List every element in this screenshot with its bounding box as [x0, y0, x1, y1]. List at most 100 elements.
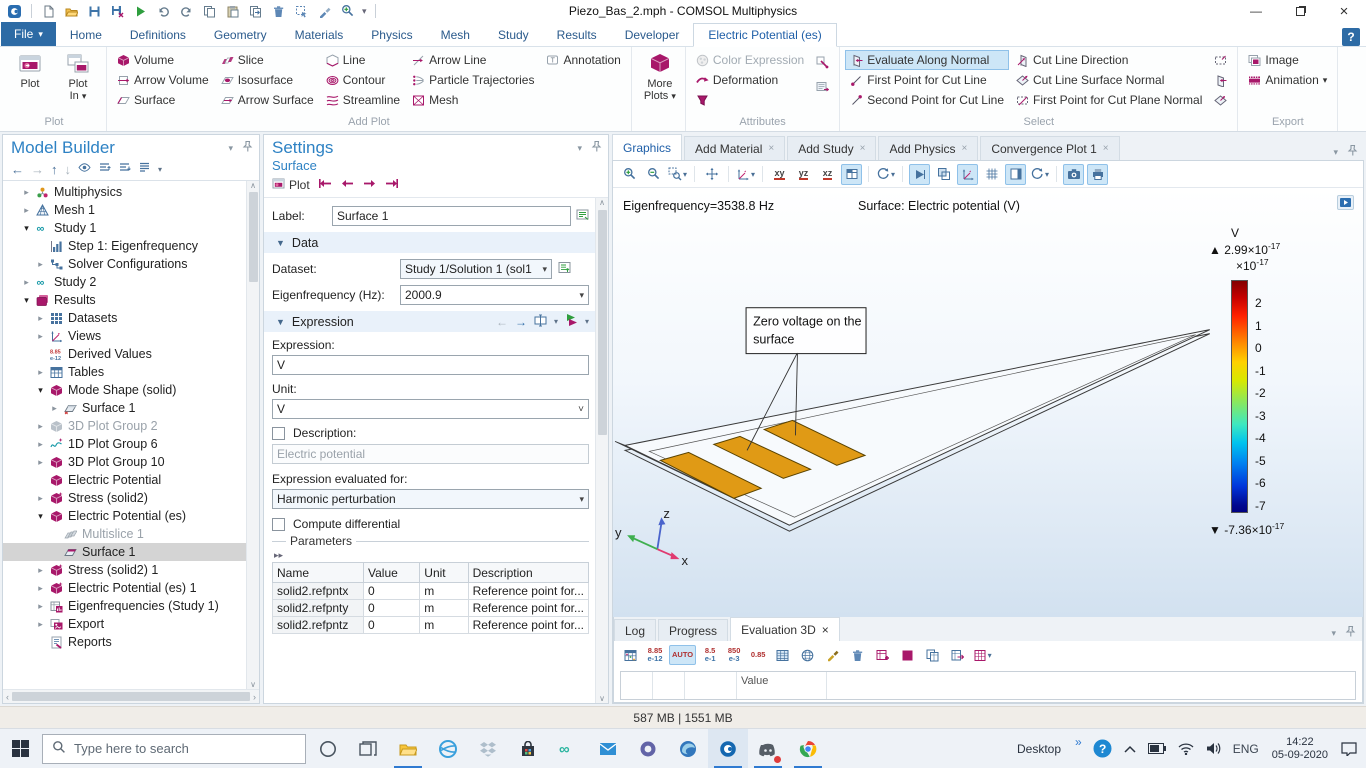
rename-icon[interactable]: [576, 208, 589, 224]
expr-forward-icon[interactable]: →: [515, 315, 527, 329]
plot-flag-icon[interactable]: [565, 313, 578, 330]
param-cell[interactable]: solid2.refpntx: [273, 583, 364, 600]
zoom-box-button[interactable]: ▾: [667, 164, 688, 185]
first-point-for-cut-line-button[interactable]: First Point for Cut Line: [845, 70, 1009, 90]
desktop-toolbar-label[interactable]: Desktop: [1009, 742, 1069, 756]
pin-icon[interactable]: [1344, 625, 1356, 641]
tree-item-surface-1[interactable]: ▸Surface 1: [3, 399, 246, 417]
taskbar-loop-app-button[interactable]: [628, 729, 668, 768]
pin-icon[interactable]: [590, 140, 602, 156]
view-settings-button[interactable]: [957, 164, 978, 185]
close-button[interactable]: ×: [1322, 0, 1366, 22]
filter-button[interactable]: [691, 90, 809, 110]
view-xy-button[interactable]: xy: [769, 164, 790, 185]
param-cell[interactable]: Reference point for...: [468, 617, 588, 634]
tree-item-stress-solid2-[interactable]: ▸Stress (solid2): [3, 489, 246, 507]
second-point-for-cut-line-button[interactable]: Second Point for Cut Line: [845, 90, 1009, 110]
scene-light-button[interactable]: [909, 164, 930, 185]
expander-icon[interactable]: ▸: [35, 367, 46, 378]
add-plot-streamline-button[interactable]: Streamline: [321, 90, 405, 110]
taskbar-file-explorer-button[interactable]: [388, 729, 428, 768]
ribbon-tab-home[interactable]: Home: [56, 24, 116, 46]
table-settings-button[interactable]: [620, 645, 641, 666]
expander-icon[interactable]: ▸: [35, 259, 46, 270]
tree-item-derived-values[interactable]: 8.85e-12Derived Values: [3, 345, 246, 363]
precision-850e3-button[interactable]: 850e-3: [724, 645, 744, 665]
previous-plot-icon[interactable]: [341, 177, 354, 193]
expander-icon[interactable]: ▸: [35, 565, 46, 576]
minimize-button[interactable]: —: [1234, 0, 1278, 22]
help-button[interactable]: ?: [1342, 28, 1360, 46]
description-input[interactable]: Electric potential: [272, 444, 589, 464]
select-box-button[interactable]: [293, 3, 310, 20]
move-down-icon[interactable]: ↓: [65, 162, 72, 177]
param-cell[interactable]: 0: [363, 617, 419, 634]
wifi-icon[interactable]: [1173, 729, 1199, 768]
save-model-button[interactable]: [109, 3, 126, 20]
view-xz-button[interactable]: xz: [817, 164, 838, 185]
expression-input[interactable]: V: [272, 355, 589, 375]
precision-auto-button[interactable]: AUTO: [669, 645, 696, 665]
surface-normal-select-button[interactable]: [1209, 70, 1232, 90]
chevron-down-icon[interactable]: ▾: [362, 6, 367, 17]
node-options-icon[interactable]: [138, 161, 151, 177]
plane-normal-select-button[interactable]: [1209, 90, 1232, 110]
close-icon[interactable]: ×: [822, 623, 829, 637]
tree-item-datasets[interactable]: ▸Datasets: [3, 309, 246, 327]
run-button[interactable]: [132, 3, 149, 20]
deformation-button[interactable]: Deformation: [691, 70, 809, 90]
bottom-tab-progress[interactable]: Progress: [658, 619, 728, 641]
precision-085-button[interactable]: 0.85: [748, 645, 768, 665]
full-precision-button[interactable]: [772, 645, 793, 666]
expander-icon[interactable]: ▸: [49, 403, 60, 414]
expander-icon[interactable]: ▸: [21, 187, 32, 198]
taskbar-task-view-button[interactable]: [348, 729, 388, 768]
ribbon-tab-physics[interactable]: Physics: [357, 24, 426, 46]
snapshot-button[interactable]: [1063, 164, 1084, 185]
panel-menu-icon[interactable]: ▾: [1331, 628, 1336, 639]
transparency-button[interactable]: [933, 164, 954, 185]
ribbon-tab-definitions[interactable]: Definitions: [116, 24, 200, 46]
cut-line-surface-normal-button[interactable]: Cut Line Surface Normal: [1011, 70, 1207, 90]
tree-item-1d-plot-group-6[interactable]: ▸1D Plot Group 6: [3, 435, 246, 453]
param-cell[interactable]: Reference point for...: [468, 583, 588, 600]
save-button[interactable]: [86, 3, 103, 20]
taskbar-comsol-button[interactable]: [708, 729, 748, 768]
param-col-name[interactable]: Name: [273, 563, 364, 583]
undo-button[interactable]: [155, 3, 172, 20]
cut-line-direction-button[interactable]: Cut Line Direction: [1011, 50, 1207, 70]
ribbon-tab-results[interactable]: Results: [543, 24, 611, 46]
tree-item-surface-1[interactable]: Surface 1: [3, 543, 246, 561]
move-up-icon[interactable]: ↑: [51, 162, 58, 177]
delete-button[interactable]: [270, 3, 287, 20]
pin-icon[interactable]: [1346, 144, 1358, 160]
ribbon-tab-electric-potential-es[interactable]: Electric Potential (es): [693, 23, 836, 47]
graphics-tab-add-physics[interactable]: Add Physics×: [878, 136, 978, 160]
tree-item-tables[interactable]: ▸Tables: [3, 363, 246, 381]
zoom-extents-button[interactable]: [701, 164, 722, 185]
add-plot-line-button[interactable]: Line: [321, 50, 405, 70]
add-plot-isosurface-button[interactable]: Isosurface: [216, 70, 319, 90]
expander-icon[interactable]: ▸: [35, 619, 46, 630]
taskbar-microsoft-store-button[interactable]: [508, 729, 548, 768]
param-cell[interactable]: 0: [363, 600, 419, 617]
zoom-in-button[interactable]: [619, 164, 640, 185]
tree-item-step-1-eigenfrequency[interactable]: Step 1: Eigenfrequency: [3, 237, 246, 255]
delete-table-button[interactable]: [847, 645, 868, 666]
first-point-for-cut-plane-normal-button[interactable]: First Point for Cut Plane Normal: [1011, 90, 1207, 110]
expander-icon[interactable]: ▾: [35, 511, 46, 522]
add-plot-contour-button[interactable]: Contour: [321, 70, 405, 90]
expander-icon[interactable]: ▸: [35, 583, 46, 594]
param-cell[interactable]: solid2.refpnty: [273, 600, 364, 617]
evaluated-for-dropdown[interactable]: Harmonic perturbation▾: [272, 489, 589, 509]
add-plot-arrow-surface-button[interactable]: Arrow Surface: [216, 90, 319, 110]
dataset-dropdown[interactable]: Study 1/Solution 1 (sol1▾: [400, 259, 552, 279]
refresh-plot-button[interactable]: ▾: [1029, 164, 1050, 185]
param-cell[interactable]: Reference point for...: [468, 600, 588, 617]
first-plot-icon[interactable]: [319, 177, 332, 193]
notification-center-icon[interactable]: [1336, 729, 1362, 768]
tree-item-stress-solid2-1[interactable]: ▸Stress (solid2) 1: [3, 561, 246, 579]
expander-icon[interactable]: ▸: [35, 439, 46, 450]
param-col-description[interactable]: Description: [468, 563, 588, 583]
expander-icon[interactable]: ▸: [35, 331, 46, 342]
